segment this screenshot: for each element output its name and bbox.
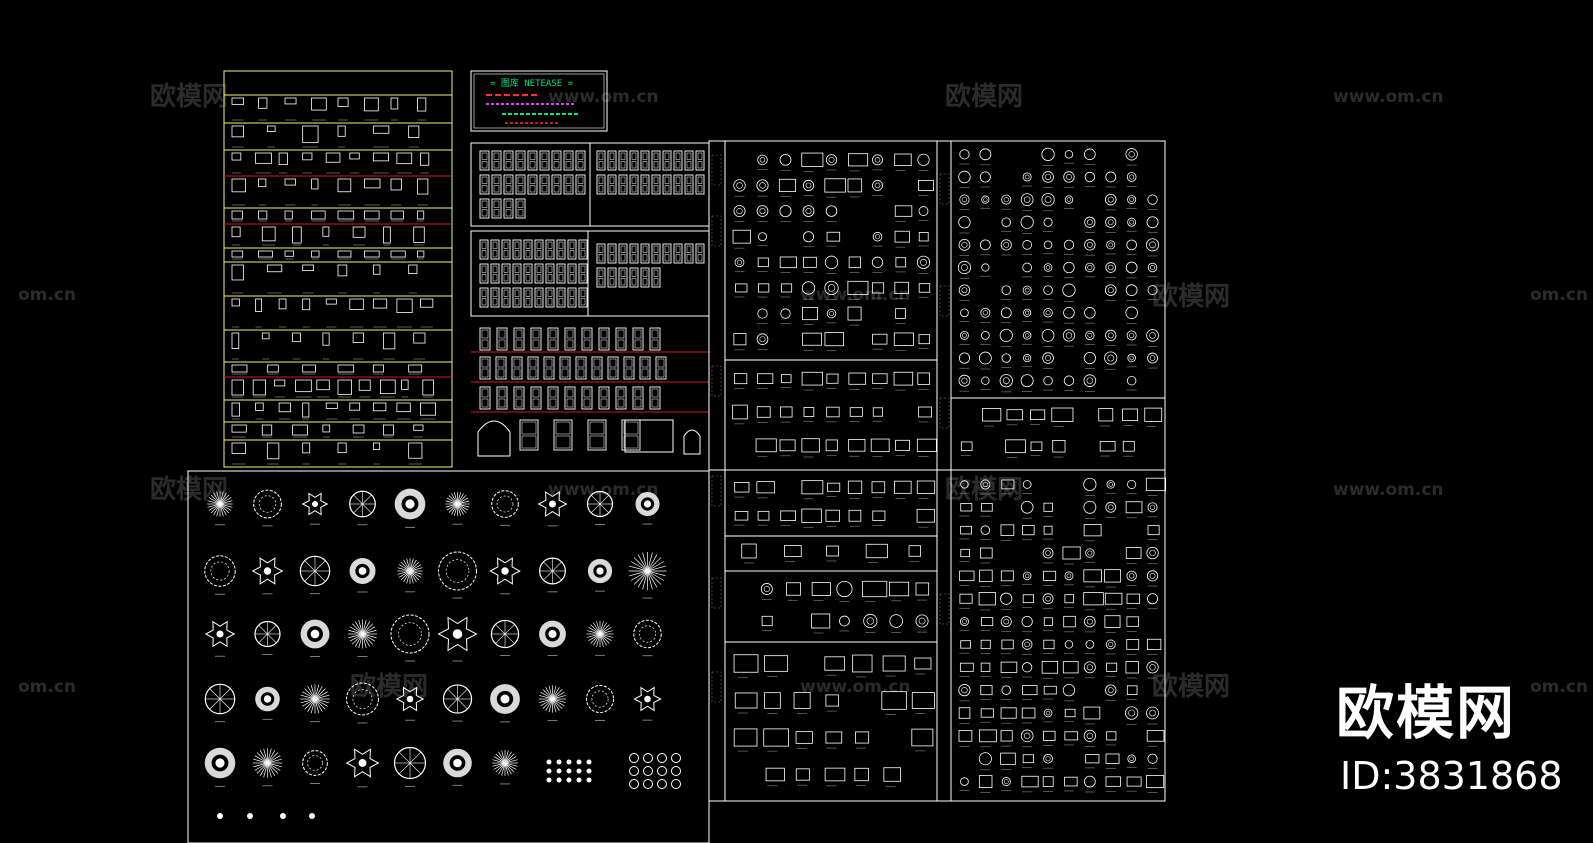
- shrub-dot: [566, 759, 572, 765]
- model-id-label: ID:3831868: [1340, 754, 1563, 798]
- watermark-text: www.om.cn: [800, 677, 911, 697]
- shrub-dot: [566, 768, 572, 774]
- shrub-dot: [576, 768, 582, 774]
- watermark-text: 欧模网: [945, 474, 1023, 505]
- watermark-text: 欧模网: [1152, 671, 1230, 702]
- shrub-symbol: [280, 813, 286, 819]
- watermark-text: www.om.cn: [1333, 480, 1444, 500]
- shrub-dot: [586, 759, 592, 765]
- shrub-dot: [546, 768, 552, 774]
- brand-watermark: 欧模网: [1336, 679, 1517, 747]
- shrub-symbol: [309, 813, 315, 819]
- watermark-text: www.om.cn: [1333, 87, 1444, 107]
- watermark-text: om.cn: [18, 677, 76, 697]
- watermark-text: om.cn: [1530, 677, 1588, 697]
- watermark-text: 欧模网: [1152, 281, 1230, 312]
- watermark-text: 欧模网: [150, 81, 228, 112]
- shrub-dot: [556, 777, 562, 783]
- watermark-text: www.om.cn: [548, 87, 659, 107]
- shrub-dot: [576, 759, 582, 765]
- shrub-dot: [556, 768, 562, 774]
- watermark-text: om.cn: [1530, 285, 1588, 305]
- shrub-dot: [546, 759, 552, 765]
- watermark-text: www.om.cn: [800, 285, 911, 305]
- shrub-dot: [586, 768, 592, 774]
- watermark-text: om.cn: [18, 285, 76, 305]
- shrub-dot: [556, 759, 562, 765]
- shrub-dot: [566, 777, 572, 783]
- shrub-dot: [586, 777, 592, 783]
- shrub-symbol: [217, 813, 223, 819]
- watermark-text: 欧模网: [945, 81, 1023, 112]
- shrub-symbol: [247, 813, 253, 819]
- watermark-text: 欧模网: [350, 671, 428, 702]
- shrub-dot: [546, 777, 552, 783]
- title-block-heading: = 图库 NETEASE =: [490, 77, 574, 89]
- shrub-dot: [576, 777, 582, 783]
